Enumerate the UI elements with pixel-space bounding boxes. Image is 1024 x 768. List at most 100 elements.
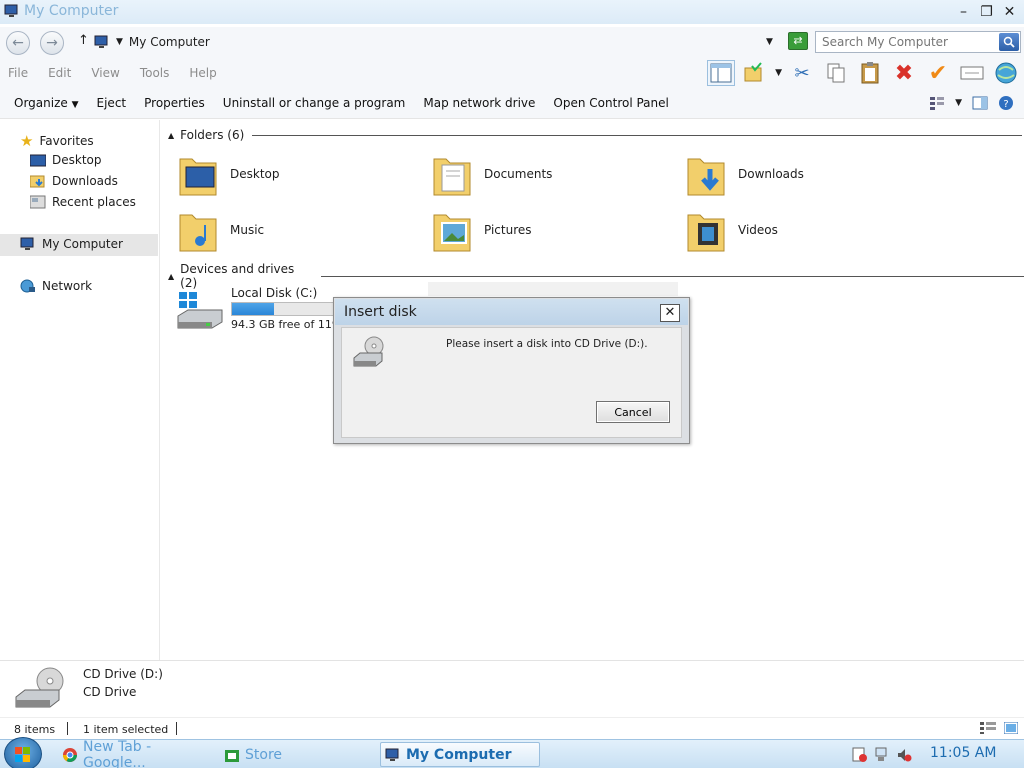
checkmark-icon: ✔ xyxy=(928,60,948,86)
properties-tool-button[interactable] xyxy=(741,60,769,86)
details-pane: CD Drive (D:) CD Drive xyxy=(0,660,1024,717)
folder-desktop[interactable]: Desktop xyxy=(178,148,418,200)
menu-row: File Edit View Tools Help ▼ ✂ ✖ ✔ xyxy=(0,57,1024,89)
folder-label: Music xyxy=(230,223,265,237)
status-separator xyxy=(176,722,177,735)
search-box[interactable] xyxy=(815,31,1021,53)
large-icons-view-icon[interactable] xyxy=(1004,722,1018,734)
task-my-computer[interactable]: My Computer xyxy=(380,742,540,767)
nav-favorites[interactable]: ★ Favorites xyxy=(20,132,94,150)
folder-downloads[interactable]: Downloads xyxy=(686,148,926,200)
search-button[interactable] xyxy=(999,33,1019,51)
task-chrome[interactable]: New Tab - Google... xyxy=(58,739,216,768)
folders-group-header[interactable]: ▲ Folders (6) xyxy=(168,128,1023,142)
refresh-icon: ⇄ xyxy=(793,34,803,47)
folders-group-label: Folders (6) xyxy=(180,128,245,142)
menu-help[interactable]: Help xyxy=(189,66,216,80)
tray-volume-icon[interactable] xyxy=(896,747,912,763)
view-options-icon[interactable] xyxy=(929,96,945,110)
toolbar-icons: ▼ ✂ ✖ ✔ xyxy=(707,60,1020,86)
folder-label: Desktop xyxy=(230,167,280,181)
recent-places-icon xyxy=(30,195,46,209)
refresh-button[interactable]: ⇄ xyxy=(788,32,808,50)
star-icon: ★ xyxy=(20,132,34,150)
uninstall-button[interactable]: Uninstall or change a program xyxy=(223,96,406,110)
search-icon xyxy=(1003,36,1015,48)
dialog-close-button[interactable]: ✕ xyxy=(660,304,680,322)
task-my-computer-label: My Computer xyxy=(406,746,512,763)
nav-favorites-label: Favorites xyxy=(39,134,94,148)
menu-bar: File Edit View Tools Help xyxy=(8,66,217,80)
chevron-down-icon[interactable]: ▼ xyxy=(775,68,782,78)
tray-alert-icon[interactable] xyxy=(852,747,868,763)
menu-tools[interactable]: Tools xyxy=(140,66,170,80)
rename-button[interactable] xyxy=(958,60,986,86)
address-bar[interactable]: ▼ My Computer xyxy=(94,31,784,53)
cd-drive-tile[interactable] xyxy=(428,282,678,296)
folder-label: Downloads xyxy=(738,167,804,181)
status-bar: 8 items 1 item selected xyxy=(0,717,1024,739)
folder-check-icon xyxy=(743,62,767,84)
nav-desktop[interactable]: Desktop xyxy=(30,153,102,167)
delete-button[interactable]: ✖ xyxy=(890,60,918,86)
minimize-button[interactable]: – xyxy=(953,2,974,21)
cancel-button[interactable]: Cancel xyxy=(596,401,670,423)
cut-button[interactable]: ✂ xyxy=(788,60,816,86)
paste-button[interactable] xyxy=(856,60,884,86)
folder-label: Documents xyxy=(484,167,553,181)
open-control-panel-button[interactable]: Open Control Panel xyxy=(553,96,668,110)
layout-button[interactable] xyxy=(707,60,736,86)
close-button[interactable]: ✕ xyxy=(999,2,1020,21)
properties-button[interactable]: Properties xyxy=(144,96,205,110)
menu-file[interactable]: File xyxy=(8,66,28,80)
preview-pane-icon[interactable] xyxy=(972,96,988,110)
details-view-icon[interactable] xyxy=(980,722,996,734)
menu-edit[interactable]: Edit xyxy=(48,66,71,80)
start-button[interactable] xyxy=(4,737,42,768)
nav-downloads[interactable]: Downloads xyxy=(30,174,118,188)
task-store[interactable]: Store xyxy=(220,742,370,767)
folder-videos[interactable]: Videos xyxy=(686,204,926,256)
nav-my-computer[interactable]: My Computer xyxy=(20,237,123,251)
address-dropdown-icon[interactable]: ▼ xyxy=(766,37,773,47)
chevron-down-icon[interactable]: ▼ xyxy=(955,98,962,108)
desktop-folder-icon xyxy=(178,151,218,197)
command-bar: Organize ▼ Eject Properties Uninstall or… xyxy=(0,89,1024,119)
collapse-arrow-icon: ▲ xyxy=(168,130,175,140)
nav-network[interactable]: Network xyxy=(20,279,92,293)
details-item-type: CD Drive xyxy=(83,685,137,699)
delete-x-icon: ✖ xyxy=(894,60,914,86)
menu-view[interactable]: View xyxy=(91,66,119,80)
nav-computer-label: My Computer xyxy=(42,237,123,251)
title-bar: My Computer – ❐ ✕ xyxy=(0,0,1024,24)
chevron-down-icon: ▼ xyxy=(71,100,79,110)
help-icon[interactable]: ? xyxy=(998,95,1014,111)
restore-button[interactable]: ❐ xyxy=(976,2,997,21)
store-icon xyxy=(224,747,240,763)
eject-button[interactable]: Eject xyxy=(97,96,127,110)
clock[interactable]: 11:05 AM xyxy=(930,745,996,761)
folder-music[interactable]: Music xyxy=(178,204,418,256)
up-button[interactable]: ↑ xyxy=(78,33,89,48)
chevron-down-icon[interactable]: ▼ xyxy=(116,37,123,47)
check-button[interactable]: ✔ xyxy=(924,60,952,86)
map-network-drive-button[interactable]: Map network drive xyxy=(423,96,535,110)
folder-pictures[interactable]: Pictures xyxy=(432,204,672,256)
back-button[interactable]: ← xyxy=(6,31,30,55)
nav-recent-places[interactable]: Recent places xyxy=(30,195,136,209)
pictures-folder-icon xyxy=(432,207,472,253)
collapse-arrow-icon: ▲ xyxy=(168,271,175,281)
organize-label: Organize xyxy=(14,96,68,110)
insert-disk-dialog: Insert disk ✕ Please insert a disk into … xyxy=(333,297,690,444)
network-icon xyxy=(20,279,36,293)
copy-button[interactable] xyxy=(822,60,850,86)
internet-button[interactable] xyxy=(992,60,1020,86)
folder-documents[interactable]: Documents xyxy=(432,148,672,200)
tray-network-icon[interactable] xyxy=(874,747,890,763)
forward-arrow-icon: → xyxy=(46,35,58,51)
rename-icon xyxy=(960,65,984,81)
organize-button[interactable]: Organize ▼ xyxy=(14,96,79,110)
search-input[interactable] xyxy=(816,32,996,52)
forward-button[interactable]: → xyxy=(40,31,64,55)
music-folder-icon xyxy=(178,207,218,253)
